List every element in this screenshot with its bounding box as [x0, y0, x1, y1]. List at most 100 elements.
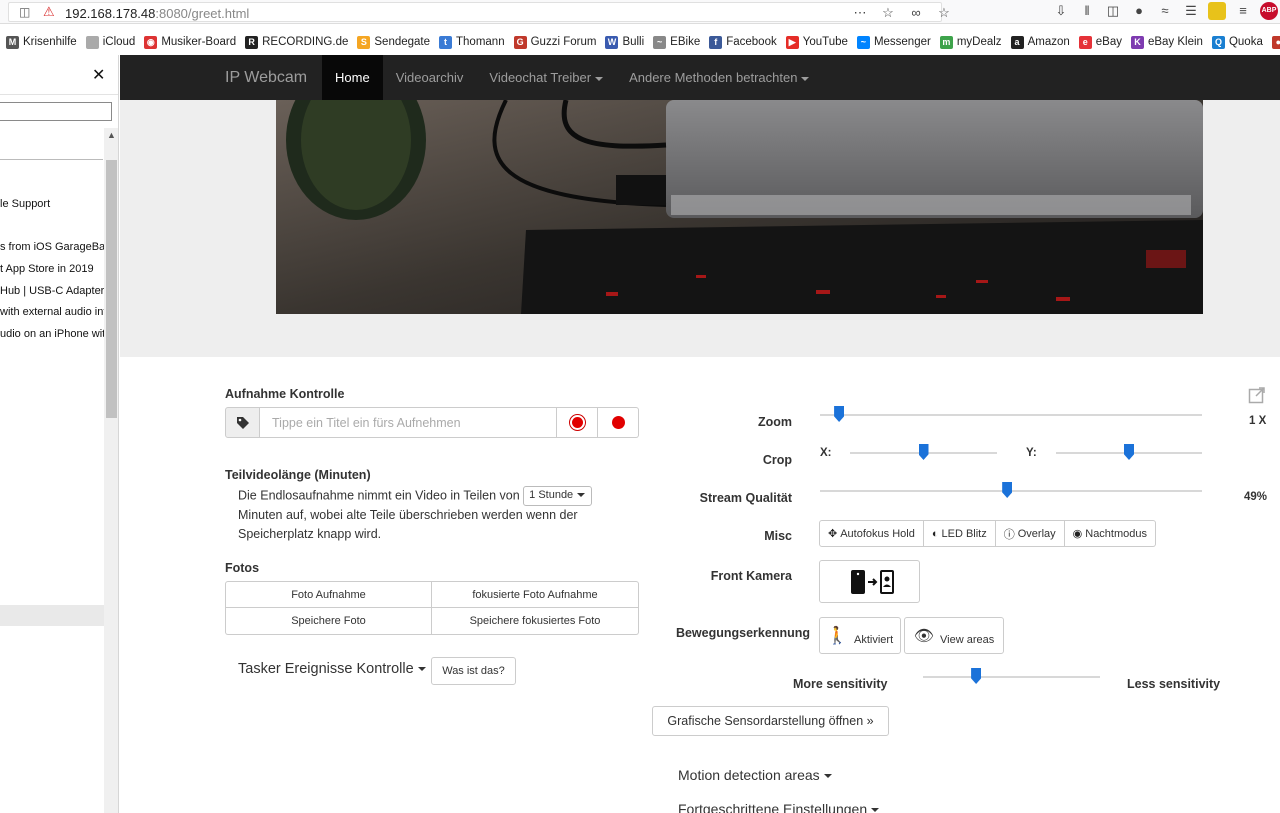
more-sensitivity-label: More sensitivity: [793, 677, 888, 691]
overlay-button[interactable]: ⓘ Overlay: [995, 520, 1065, 547]
record-toggle-button[interactable]: [557, 407, 598, 438]
equalizer-icon[interactable]: ☰: [1182, 2, 1200, 20]
nav-item[interactable]: Videoarchiv: [383, 55, 477, 100]
caret-down-icon: [595, 76, 604, 81]
sidebar-scrollbar[interactable]: ▲: [104, 128, 118, 813]
sidebar-toggle-icon[interactable]: ◫: [1104, 2, 1122, 20]
pocket-icon[interactable]: ☆: [879, 4, 897, 22]
bookmark-item[interactable]: S Sendegate: [357, 35, 430, 49]
bookmark-item[interactable]: iCloud: [85, 35, 135, 49]
note-extension-icon[interactable]: [1208, 2, 1226, 20]
walking-person-icon: 🚶: [826, 625, 849, 645]
sidebar-bookmark-item[interactable]: with external audio int: [0, 306, 106, 318]
crop-label: Crop: [762, 453, 792, 467]
save-photo-button[interactable]: Speichere Foto: [225, 608, 432, 635]
bookmark-item[interactable]: M Krisenhilfe: [6, 35, 77, 49]
open-external-icon[interactable]: [1248, 386, 1266, 404]
view-areas-button[interactable]: 👁 View areas: [904, 617, 1004, 654]
download-icon[interactable]: ⇩: [1052, 2, 1070, 20]
bookmark-favicon-icon: t: [439, 35, 453, 49]
bookmark-item[interactable]: m myDealz: [939, 35, 1002, 49]
segment-description: Die Endlosaufnahme nimmt ein Video in Te…: [238, 486, 618, 544]
led-flash-button[interactable]: ◐ LED Blitz: [923, 520, 996, 547]
front-camera-button[interactable]: [819, 560, 920, 603]
address-bar[interactable]: ◫ ⚠ 192.168.178.48:8080/greet.html ⋯ ☆ ∞…: [8, 2, 950, 22]
motion-label: Bewegungserkennung: [675, 626, 810, 640]
library-icon[interactable]: ‖: [1078, 2, 1096, 20]
insecure-connection-icon[interactable]: ⚠: [43, 4, 59, 20]
bookmark-item[interactable]: KeBay Klein: [1130, 35, 1203, 49]
bookmark-favicon-icon: e: [1078, 35, 1092, 49]
scroll-up-icon[interactable]: ▲: [107, 130, 116, 140]
advanced-settings-dropdown[interactable]: Fortgeschrittene Einstellungen: [678, 801, 880, 813]
quality-label: Stream Qualität: [699, 491, 792, 505]
record-input-group: [225, 407, 639, 438]
bookmark-favicon-icon: K: [1130, 35, 1144, 49]
record-ring-icon: [571, 417, 583, 428]
tasker-help-button[interactable]: Was ist das?: [431, 657, 516, 685]
zoom-slider[interactable]: [820, 406, 1202, 422]
brand-logo[interactable]: IP Webcam: [225, 69, 307, 87]
sidebar-selected-row[interactable]: [0, 605, 104, 626]
sidebar-search-input[interactable]: [0, 102, 112, 121]
top-navbar: IP Webcam Home Videoarchiv Videochat Treib…: [120, 55, 1280, 100]
take-photo-button[interactable]: Foto Aufnahme: [225, 581, 432, 608]
close-icon[interactable]: ✕: [92, 65, 105, 85]
less-sensitivity-label: Less sensitivity: [1127, 677, 1221, 691]
url-text[interactable]: 192.168.178.48:8080/greet.html: [65, 6, 249, 21]
nav-item[interactable]: Andere Methoden betrachten: [616, 55, 822, 100]
bookmark-item[interactable]: f Facebook: [709, 35, 777, 49]
sidebar-bookmark-item[interactable]: udio on an iPhone with: [0, 328, 111, 340]
nav-item[interactable]: Home: [322, 55, 383, 100]
camera-preview-image: [276, 100, 1203, 314]
bookmark-item[interactable]: t Thomann: [439, 35, 505, 49]
bookmark-item[interactable]: ●book: [1271, 35, 1280, 49]
extension-icon[interactable]: ≈: [1156, 2, 1174, 20]
sidebar-bookmark-item[interactable]: s from iOS GarageBan: [0, 241, 111, 253]
record-title-input[interactable]: [260, 407, 557, 438]
motion-activate-button[interactable]: 🚶 Aktiviert: [819, 617, 901, 654]
bookmark-item[interactable]: ~ Messenger: [856, 35, 931, 49]
save-focused-photo-button[interactable]: Speichere fokusiertes Foto: [432, 608, 639, 635]
record-start-button[interactable]: [598, 407, 639, 438]
bookmark-favicon-icon: a: [1010, 35, 1024, 49]
sidebar-bookmark-item[interactable]: Hub | USB-C Adapters: [0, 285, 110, 297]
bookmark-item[interactable]: ◉ Musiker-Board: [144, 35, 236, 49]
account-icon[interactable]: ●: [1130, 2, 1148, 20]
link-icon[interactable]: ∞: [907, 4, 925, 22]
record-heading: Aufnahme Kontrolle: [225, 387, 345, 401]
take-focused-photo-button[interactable]: fokusierte Foto Aufnahme: [432, 581, 639, 608]
bookmark-item[interactable]: a Amazon: [1010, 35, 1070, 49]
bookmark-star-icon[interactable]: ☆: [935, 4, 953, 22]
sidebar-bookmark-item[interactable]: le Support: [0, 198, 50, 210]
sensitivity-slider[interactable]: [923, 668, 1100, 684]
bookmark-item[interactable]: G Guzzi Forum: [513, 35, 596, 49]
night-mode-button[interactable]: ◉ Nachtmodus: [1064, 520, 1157, 547]
misc-buttons: ✥ Autofokus Hold ◐ LED Blitz ⓘ Overlay ◉ Nac…: [819, 520, 1157, 547]
bookmark-favicon-icon: ◉: [144, 35, 158, 49]
adblock-icon[interactable]: ABP: [1260, 2, 1278, 20]
crop-x-label: X:: [820, 447, 832, 459]
bookmark-item[interactable]: R RECORDING.de: [245, 35, 348, 49]
tasker-dropdown[interactable]: Tasker Ereignisse Kontrolle: [238, 661, 426, 677]
bookmark-item[interactable]: W Bulli: [605, 35, 644, 49]
page-actions-icon[interactable]: ⋯: [851, 4, 869, 22]
bookmark-item[interactable]: Q Quoka: [1211, 35, 1263, 49]
camera-preview[interactable]: [276, 100, 1203, 314]
quality-slider[interactable]: [820, 482, 1202, 498]
shield-icon[interactable]: ◫: [19, 5, 33, 19]
bookmark-favicon-icon: m: [939, 35, 953, 49]
bookmark-item[interactable]: e eBay: [1078, 35, 1122, 49]
bookmark-item[interactable]: ~ EBike: [653, 35, 700, 49]
crop-x-slider[interactable]: [850, 444, 997, 460]
crop-y-slider[interactable]: [1056, 444, 1202, 460]
nav-item[interactable]: Videochat Treiber: [476, 55, 616, 100]
sidebar-bookmark-item[interactable]: t App Store in 2019: [0, 263, 94, 275]
autofocus-hold-button[interactable]: ✥ Autofokus Hold: [819, 520, 924, 547]
scrollbar-thumb[interactable]: [106, 160, 117, 418]
motion-areas-dropdown[interactable]: Motion detection areas: [678, 767, 832, 783]
bookmark-item[interactable]: ▶ YouTube: [785, 35, 848, 49]
segment-length-select[interactable]: 1 Stunde: [523, 486, 593, 506]
sensor-graph-button[interactable]: Grafische Sensordarstellung öffnen »: [652, 706, 889, 736]
menu-icon[interactable]: ≡: [1234, 2, 1252, 20]
